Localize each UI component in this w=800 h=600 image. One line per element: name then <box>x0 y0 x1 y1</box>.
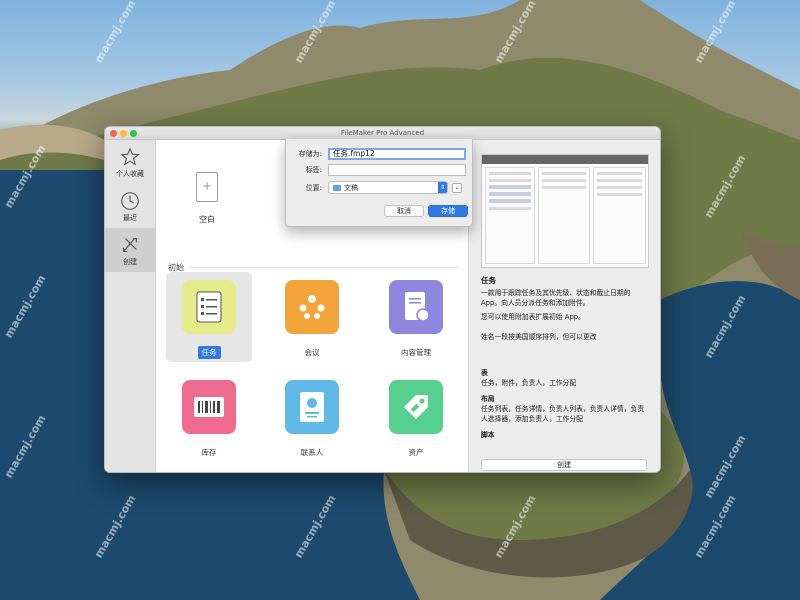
template-tile-meetings[interactable]: 会议 <box>269 272 355 362</box>
watermark-text: macmj.com <box>91 492 139 561</box>
save-as-label: 存储为: <box>298 150 322 158</box>
sidebar-item-label: 最近 <box>123 213 137 222</box>
create-button[interactable]: 创建 <box>481 459 647 471</box>
tags-row: 标签: <box>286 164 466 176</box>
layout-preview-image <box>481 154 649 268</box>
watermark-text: macmj.com <box>701 292 749 361</box>
watermark-text: macmj.com <box>1 142 49 211</box>
location-value: 文稿 <box>344 183 358 192</box>
template-tile-contacts[interactable]: 联系人 <box>269 372 355 462</box>
save-button[interactable]: 存储 <box>428 205 468 217</box>
folder-icon <box>333 184 341 191</box>
template-tile-tasks[interactable]: 任务 <box>166 272 252 362</box>
close-window-button[interactable] <box>110 130 117 137</box>
contact-card-icon <box>285 380 339 434</box>
watermark-text: macmj.com <box>691 492 739 561</box>
sidebar: 个人收藏 最近 创建 <box>105 140 156 472</box>
detail-scripts-title: 脚本 <box>481 431 495 439</box>
asset-tag-icon <box>389 380 443 434</box>
chevron-updown-icon: ⇕ <box>438 182 447 193</box>
watermark-text: macmj.com <box>491 0 539 66</box>
sidebar-item-create[interactable]: 创建 <box>105 228 155 272</box>
location-label: 位置: <box>305 183 322 192</box>
template-label: 资产 <box>408 448 424 457</box>
task-checklist-icon <box>182 280 236 334</box>
section-divider <box>190 267 458 268</box>
template-label: 会议 <box>304 348 320 357</box>
cancel-button[interactable]: 取消 <box>384 205 424 217</box>
watermark-text: macmj.com <box>291 0 339 66</box>
content-management-icon <box>389 280 443 334</box>
window-controls <box>110 130 137 137</box>
tools-icon <box>122 237 138 252</box>
detail-tables-title: 表 <box>481 369 488 377</box>
zoom-window-button[interactable] <box>130 130 137 137</box>
meeting-people-icon <box>285 280 339 334</box>
detail-title: 任务 <box>481 276 496 285</box>
watermark-text: macmj.com <box>701 432 749 501</box>
detail-layouts-title: 布局 <box>481 395 495 403</box>
watermark-text: macmj.com <box>491 492 539 561</box>
detail-description-names: 姓名一段按美国顺序排列，但可以更改 <box>481 333 597 341</box>
star-icon <box>120 146 140 165</box>
template-tile-assets[interactable]: 资产 <box>373 372 459 462</box>
location-row: 位置: 文稿 ⇕ ⌄ <box>286 181 462 194</box>
detail-description-extend: 您可以使用附加表扩展初始 App。 <box>481 313 585 321</box>
template-label: 任务 <box>197 346 221 359</box>
save-dialog-sheet: 存储为: 任务.fmp12 标签: 位置: 文稿 ⇕ ⌄ 取消 存储 <box>285 139 473 227</box>
location-select[interactable]: 文稿 ⇕ <box>328 181 448 194</box>
chevron-down-icon: ⌄ <box>454 183 460 191</box>
watermark-text: macmj.com <box>291 492 339 561</box>
watermark-text: macmj.com <box>91 0 139 66</box>
tags-input[interactable] <box>328 164 466 176</box>
detail-tables-list: 任务，附件，负责人，工作分配 <box>481 379 577 387</box>
watermark-text: macmj.com <box>691 0 739 66</box>
save-as-row: 存储为: 任务.fmp12 <box>286 148 466 160</box>
tags-label: 标签: <box>305 166 322 174</box>
template-label: 库存 <box>201 448 217 457</box>
blank-template-tile[interactable]: + 空白 <box>170 162 244 242</box>
watermark-text: macmj.com <box>701 152 749 221</box>
sidebar-item-favorites[interactable]: 个人收藏 <box>105 140 155 184</box>
sidebar-item-recent[interactable]: 最近 <box>105 184 155 228</box>
sidebar-item-label: 创建 <box>123 257 137 266</box>
watermark-text: macmj.com <box>1 412 49 481</box>
minimize-window-button[interactable] <box>120 130 127 137</box>
window-title: FileMaker Pro Advanced <box>340 129 425 137</box>
watermark-text: macmj.com <box>1 272 49 341</box>
blank-document-icon: + <box>196 172 218 202</box>
template-label: 内容管理 <box>401 348 431 357</box>
template-tile-content-management[interactable]: 内容管理 <box>373 272 459 362</box>
blank-template-label: 空白 <box>199 215 215 224</box>
sidebar-item-label: 个人收藏 <box>116 169 144 178</box>
inventory-barcode-icon <box>182 380 236 434</box>
detail-layouts-list: 任务列表，任务详情，负责人列表，负责人详情，负责人选择器，添加负责人，工作分配 <box>481 405 645 423</box>
template-detail-pane: 任务 一款用于跟踪任务及其优先级、状态和截止日期的 App。向人员分派任务和添加… <box>468 140 660 472</box>
template-label: 联系人 <box>300 448 324 457</box>
template-tile-inventory[interactable]: 库存 <box>166 372 252 462</box>
expand-dialog-button[interactable]: ⌄ <box>452 182 462 193</box>
filename-input[interactable]: 任务.fmp12 <box>328 148 466 160</box>
clock-icon <box>121 191 139 210</box>
detail-description: 一款用于跟踪任务及其优先级、状态和截止日期的 App。向人员分派任务和添加附件。 <box>481 289 631 307</box>
